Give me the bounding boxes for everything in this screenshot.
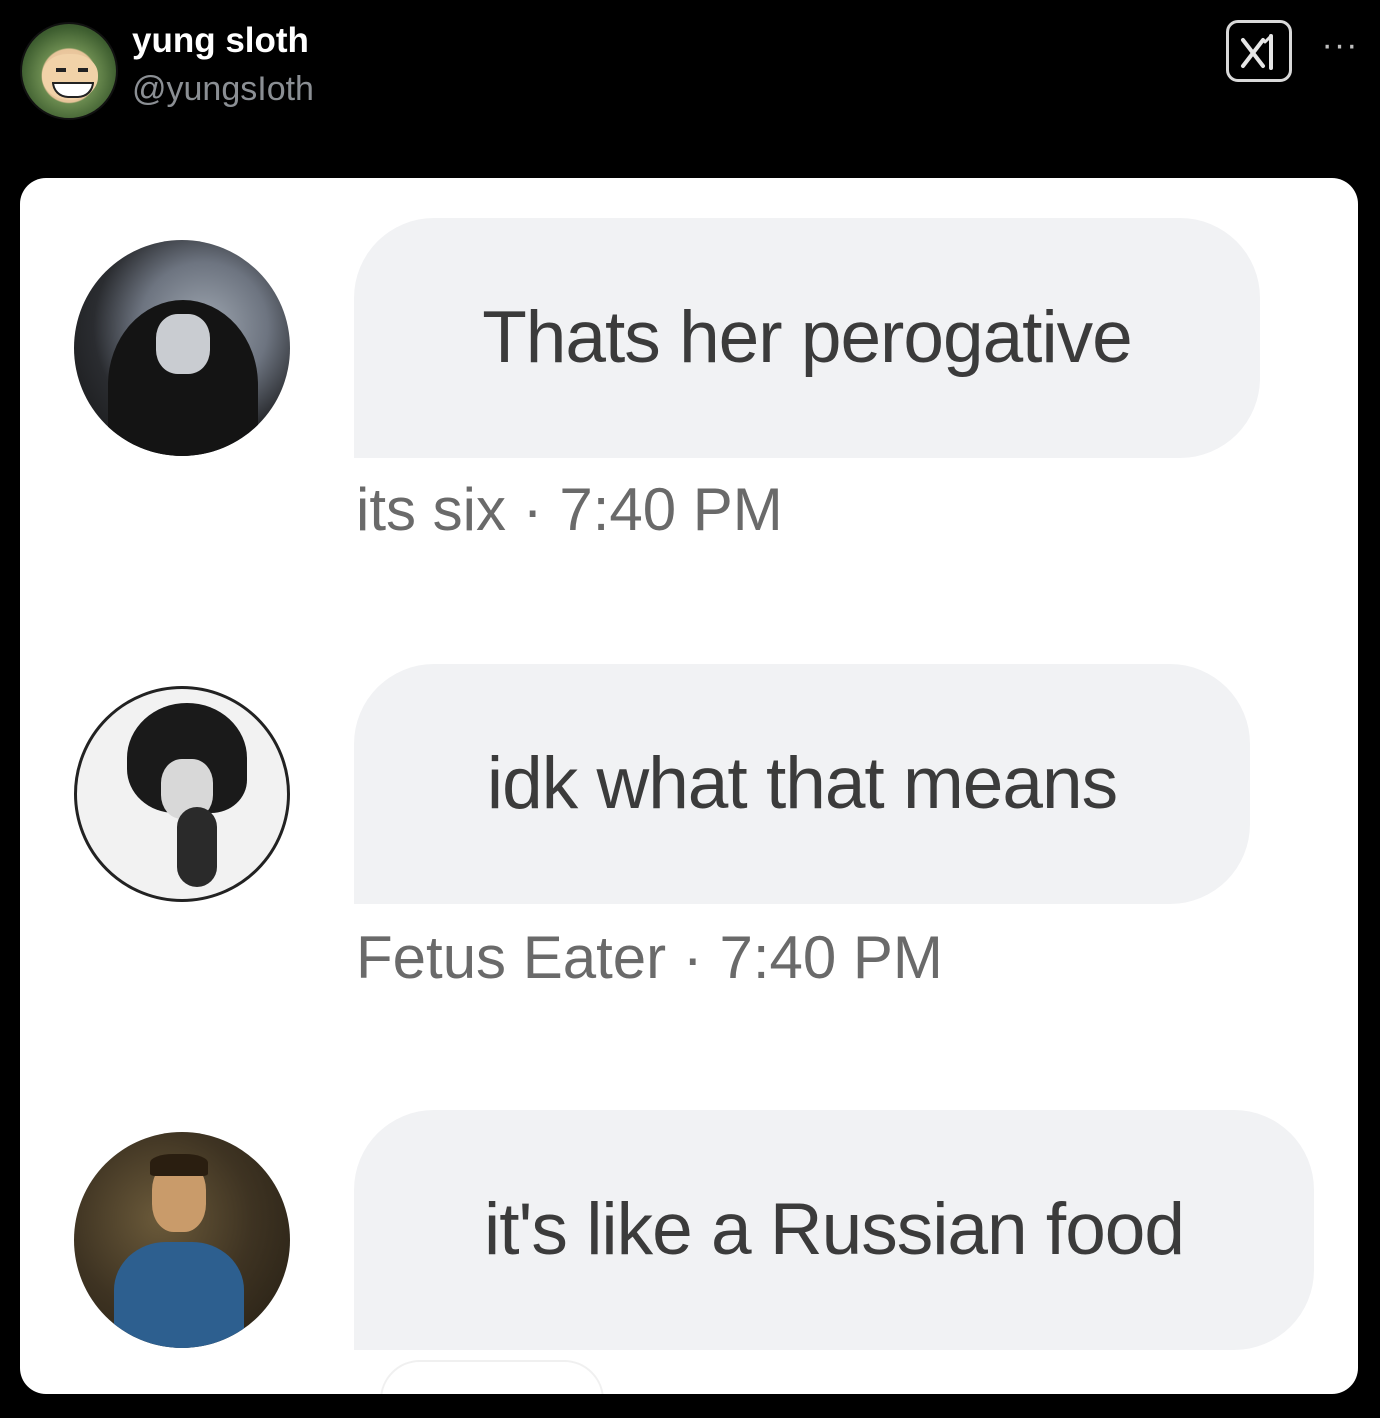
avatar-hair <box>150 1154 208 1176</box>
message-bubble: it's like a Russian food <box>354 1110 1314 1350</box>
grok-icon <box>1241 34 1273 70</box>
message-meta: Fetus Eater · 7:40 PM <box>356 924 943 991</box>
sender-avatar <box>74 240 290 456</box>
partial-bubble <box>380 1360 604 1394</box>
sender-avatar <box>74 686 290 902</box>
grok-button[interactable] <box>1226 20 1292 82</box>
message-bubble: Thats her perogative <box>354 218 1260 458</box>
avatar-jacket <box>114 1242 244 1348</box>
message-meta: its six · 7:40 PM <box>356 476 783 543</box>
tweet-header: yung sloth @yungsIoth ··· <box>0 0 1380 170</box>
avatar-eye-left <box>56 68 66 72</box>
sender-avatar <box>74 1132 290 1348</box>
avatar-face <box>156 314 210 374</box>
author-avatar[interactable] <box>20 22 118 120</box>
tweet: yung sloth @yungsIoth ··· Thats her pero… <box>0 0 1380 1418</box>
tweet-media-image[interactable]: Thats her perogative its six · 7:40 PM i… <box>20 178 1358 1394</box>
author-handle[interactable]: @yungsIoth <box>132 68 314 110</box>
author-name[interactable]: yung sloth <box>132 20 309 62</box>
more-icon[interactable]: ··· <box>1310 28 1370 70</box>
message-bubble: idk what that means <box>354 664 1250 904</box>
avatar-hand <box>177 807 217 887</box>
avatar-eye-right <box>78 68 88 72</box>
